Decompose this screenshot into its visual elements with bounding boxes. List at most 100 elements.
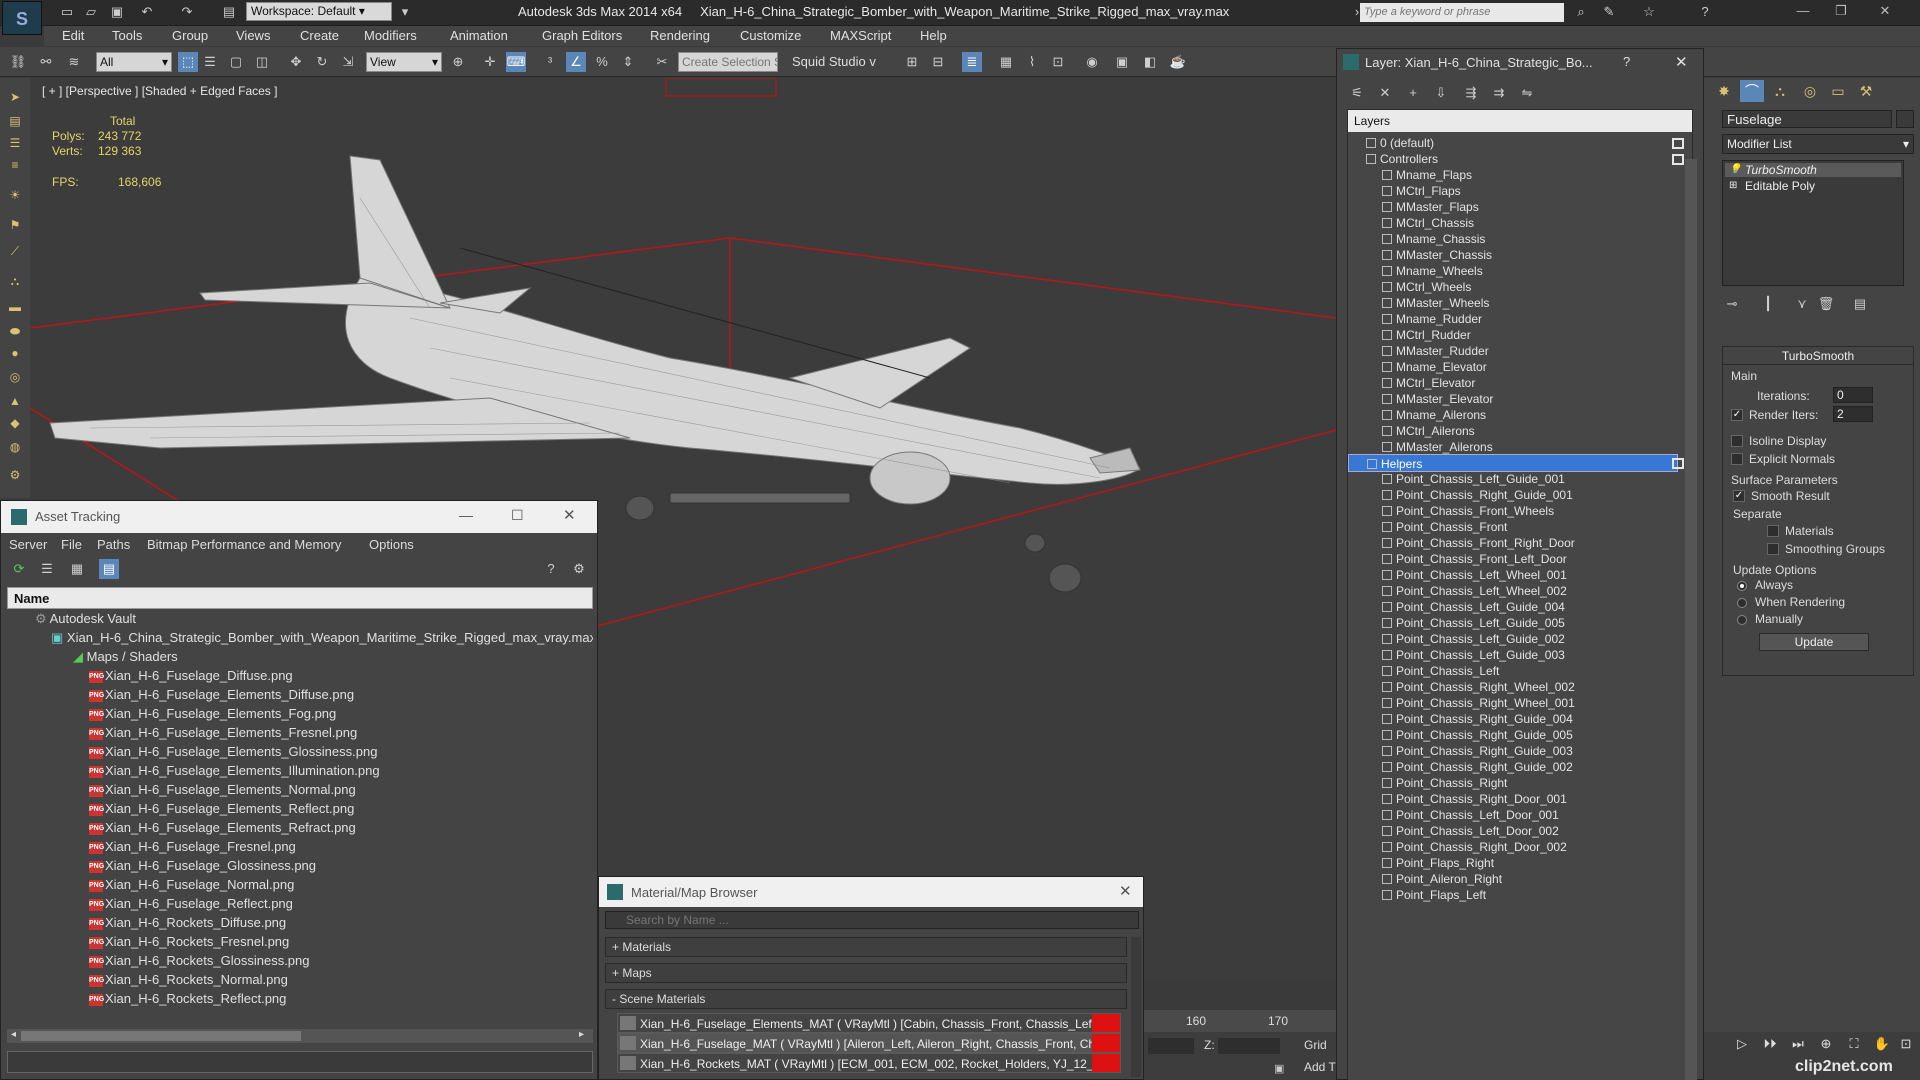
layer-explorer-icon[interactable]: ≣ xyxy=(962,52,982,72)
curve-editor-icon[interactable]: ⌇ xyxy=(1022,52,1042,72)
strip-layers-icon[interactable]: ≡ xyxy=(6,158,24,174)
create-tab-icon[interactable]: ✸ xyxy=(1712,80,1736,102)
menu-animation[interactable]: Animation xyxy=(450,28,508,43)
display-tab-icon[interactable]: ▭ xyxy=(1826,80,1850,102)
asset-file-row[interactable]: PNGXian_H-6_Fuselage_Normal.png xyxy=(7,877,593,896)
delete-layer-icon[interactable]: ✕ xyxy=(1375,83,1395,103)
pan-icon[interactable]: ✋ xyxy=(1872,1036,1892,1054)
strip-modify-icon[interactable]: ▤ xyxy=(6,114,24,130)
table-view-icon[interactable]: ▤ xyxy=(99,559,119,579)
scale-icon[interactable]: ⇲ xyxy=(338,52,358,72)
y-coordinate-field[interactable] xyxy=(1148,1038,1194,1054)
scene-material-item[interactable]: Xian_H-6_Rockets_MAT ( VRayMtl ) [ECM_00… xyxy=(617,1053,1121,1073)
material-search-input[interactable] xyxy=(605,911,1139,929)
update-button[interactable]: Update xyxy=(1759,633,1869,651)
close-icon[interactable]: ✕ xyxy=(1675,53,1688,71)
help-icon[interactable]: ? xyxy=(1623,54,1630,69)
asset-menu-options[interactable]: Options xyxy=(369,537,414,552)
thumbnail-view-icon[interactable]: ▦ xyxy=(67,559,87,579)
strip-bone-icon[interactable]: ⟋ xyxy=(6,244,24,260)
add-time-tag[interactable]: Add T xyxy=(1304,1060,1336,1074)
menu-graph-editors[interactable]: Graph Editors xyxy=(542,28,622,43)
restore-icon[interactable]: ❐ xyxy=(1826,3,1856,21)
menu-rendering[interactable]: Rendering xyxy=(650,28,710,43)
maximize-viewport-icon[interactable]: ⊡ xyxy=(1896,1036,1916,1054)
asset-file-row[interactable]: PNGXian_H-6_Fuselage_Reflect.png xyxy=(7,896,593,915)
menu-modifiers[interactable]: Modifiers xyxy=(364,28,417,43)
window-crossing-icon[interactable]: ◫ xyxy=(252,52,272,72)
asset-file-row[interactable]: PNGXian_H-6_Rockets_Glossiness.png xyxy=(7,953,593,972)
add-to-layer-icon[interactable]: ⇩ xyxy=(1431,83,1451,103)
layer-vertical-scrollbar[interactable] xyxy=(1685,159,1697,1080)
go-to-end-icon[interactable]: ⏭ xyxy=(1788,1036,1808,1054)
modify-tab-icon[interactable]: ⌒ xyxy=(1740,80,1764,102)
asset-menu-server[interactable]: Server xyxy=(9,537,47,552)
scroll-thumb[interactable] xyxy=(21,1031,301,1041)
close-icon[interactable]: ✕ xyxy=(1119,882,1132,900)
keyboard-shortcut-icon[interactable]: ⌨ xyxy=(506,52,526,72)
help-icon[interactable]: ? xyxy=(541,559,561,579)
next-frame-icon[interactable]: ⏵⏵ xyxy=(1760,1036,1780,1054)
dropdown-arrow-icon[interactable]: ▾ xyxy=(396,4,414,20)
strip-light-icon[interactable]: ☀ xyxy=(6,188,24,204)
pin-stack-icon[interactable]: ⊸ xyxy=(1722,294,1742,314)
modifier-list-dropdown[interactable]: Modifier List ▾ xyxy=(1722,134,1914,154)
stack-item-editable-poly[interactable]: ⊞ Editable Poly xyxy=(1725,179,1901,193)
asset-file-row[interactable]: PNGXian_H-6_Fuselage_Elements_Diffuse.pn… xyxy=(7,687,593,706)
mirror-icon[interactable]: ⊞ xyxy=(902,52,922,72)
explicit-normals-checkbox[interactable] xyxy=(1731,453,1743,465)
workspace-dropdown[interactable]: Workspace: Default ▾ xyxy=(246,2,392,21)
communication-center-icon[interactable]: ✎ xyxy=(1600,4,1618,20)
maps-folder-row[interactable]: ◢ Maps / Shaders xyxy=(7,649,593,668)
z-coordinate-field[interactable] xyxy=(1218,1038,1280,1054)
project-folder-icon[interactable]: ▤ xyxy=(220,4,238,20)
asset-menu-file[interactable]: File xyxy=(61,537,82,552)
move-icon[interactable]: ✥ xyxy=(286,52,306,72)
iterations-spinner[interactable]: 0 xyxy=(1833,387,1873,403)
when-rendering-radio[interactable] xyxy=(1737,598,1747,608)
options-icon[interactable]: ⚙ xyxy=(569,559,589,579)
material-browser-titlebar[interactable]: Material/Map Browser ✕ xyxy=(599,877,1143,907)
asset-file-row[interactable]: PNGXian_H-6_Rockets_Normal.png xyxy=(7,972,593,991)
strip-select-icon[interactable]: ➤ xyxy=(6,90,24,106)
strip-torus-icon[interactable]: ◎ xyxy=(6,370,24,386)
hierarchy-tab-icon[interactable]: ⛬ xyxy=(1768,80,1792,102)
name-column-header[interactable]: Name xyxy=(7,587,593,609)
selection-filter-dropdown[interactable]: All ▾ xyxy=(96,52,172,72)
show-end-result-icon[interactable]: ┃ xyxy=(1758,294,1778,314)
scene-material-item[interactable]: Xian_H-6_Fuselage_Elements_MAT ( VRayMtl… xyxy=(617,1013,1121,1033)
expand-plus-icon[interactable]: ⊞ xyxy=(1729,179,1737,193)
modifier-stack[interactable]: 💡 TurboSmooth ⊞ Editable Poly xyxy=(1722,160,1904,286)
bind-space-warp-icon[interactable]: ≋ xyxy=(64,52,84,72)
materials-group[interactable]: + Materials xyxy=(605,937,1127,957)
strip-box-icon[interactable]: ▬ xyxy=(6,300,24,316)
object-color-swatch[interactable] xyxy=(1896,110,1914,128)
spinner-snap-icon[interactable]: ⇕ xyxy=(618,52,638,72)
asset-file-row[interactable]: PNGXian_H-6_Fuselage_Glossiness.png xyxy=(7,858,593,877)
menu-customize[interactable]: Customize xyxy=(740,28,801,43)
asset-file-row[interactable]: PNGXian_H-6_Fuselage_Elements_Glossiness… xyxy=(7,744,593,763)
align-icon[interactable]: ⊟ xyxy=(928,52,948,72)
menu-group[interactable]: Group xyxy=(172,28,208,43)
utilities-tab-icon[interactable]: ⚒ xyxy=(1854,80,1878,102)
angle-snap-icon[interactable]: ∠ xyxy=(566,52,586,72)
freeze-layers-icon[interactable]: ⇋ xyxy=(1517,83,1537,103)
strip-geosphere-icon[interactable]: ◍ xyxy=(6,440,24,456)
asset-file-row[interactable]: PNGXian_H-6_Rockets_Reflect.png xyxy=(7,991,593,1010)
open-file-icon[interactable]: ▱ xyxy=(82,4,100,20)
search-input[interactable] xyxy=(1360,3,1564,22)
schematic-view-icon[interactable]: ⊡ xyxy=(1048,52,1068,72)
maps-group[interactable]: + Maps xyxy=(605,963,1127,983)
menu-views[interactable]: Views xyxy=(236,28,270,43)
select-link-icon[interactable]: ⛓ xyxy=(8,52,28,72)
light-bulb-icon[interactable]: 💡 xyxy=(1729,163,1741,177)
zoom-icon[interactable]: ⊕ xyxy=(1816,1036,1836,1054)
minimize-icon[interactable]: — xyxy=(1788,3,1818,21)
rect-selection-icon[interactable]: ▢ xyxy=(226,52,246,72)
object-name-field[interactable] xyxy=(1722,110,1892,128)
layer-visibility-toggle[interactable] xyxy=(1672,154,1684,165)
graphite-toolbar-icon[interactable]: ▦ xyxy=(996,52,1016,72)
menu-help[interactable]: Help xyxy=(920,28,947,43)
layer-visibility-toggle[interactable] xyxy=(1672,458,1684,469)
render-production-icon[interactable]: ☕ xyxy=(1168,52,1188,72)
